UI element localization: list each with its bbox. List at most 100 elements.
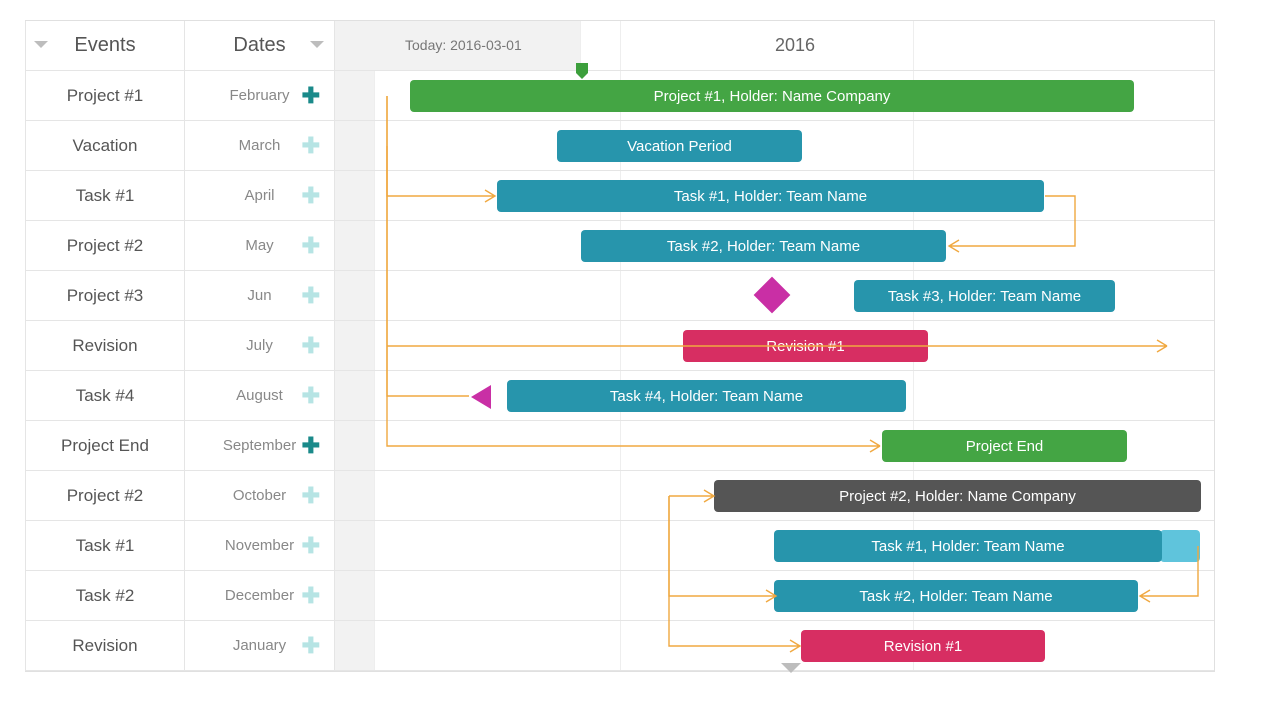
date-cell: August✚ xyxy=(185,371,335,420)
gantt-bar[interactable]: Revision #1 xyxy=(801,630,1045,662)
plus-icon[interactable]: ✚ xyxy=(302,583,320,609)
event-label: Revision xyxy=(72,336,137,356)
plus-icon[interactable]: ✚ xyxy=(302,233,320,259)
gantt-bar[interactable]: Task #2, Holder: Team Name xyxy=(581,230,946,262)
event-cell: Project #3 xyxy=(25,271,185,320)
gantt-bar[interactable]: Project End xyxy=(882,430,1127,462)
timeline-cell: Task #2, Holder: Team Name xyxy=(335,221,1214,270)
event-label: Task #1 xyxy=(76,186,135,206)
date-cell: March ✚ xyxy=(185,121,335,170)
gantt-row: Task #2 December ✚ Task #2, Holder: Team Na… xyxy=(25,571,1214,621)
gantt-bar[interactable]: Revision #1 xyxy=(683,330,928,362)
date-label: Jun xyxy=(247,287,271,304)
plus-icon[interactable]: ✚ xyxy=(302,283,320,309)
event-label: Task #4 xyxy=(76,386,135,406)
date-label: May xyxy=(245,237,273,254)
date-label: December xyxy=(225,587,294,604)
event-cell: Revision xyxy=(25,321,185,370)
header-row: Events Dates Today: 2016-03-01 2016 xyxy=(25,21,1214,71)
gantt-bar[interactable]: Vacation Period xyxy=(557,130,802,162)
event-label: Project #3 xyxy=(67,286,144,306)
timeline-cell: Project #2, Holder: Name Company xyxy=(335,471,1214,520)
col-header-events[interactable]: Events xyxy=(25,21,185,70)
bar-progress-extension xyxy=(1160,530,1200,562)
event-label: Project #2 xyxy=(67,486,144,506)
date-cell: November ✚ xyxy=(185,521,335,570)
gantt-chart: Events Dates Today: 2016-03-01 2016 Proj… xyxy=(25,20,1215,672)
timeline-cell: Task #4, Holder: Team Name xyxy=(335,371,1214,420)
timeline-cell: Vacation Period xyxy=(335,121,1214,170)
gantt-bar[interactable]: Project #1, Holder: Name Company xyxy=(410,80,1134,112)
gantt-row: Project #3 Jun ✚ Task #3, Holder: Team Name xyxy=(25,271,1214,321)
gantt-row: Task #4 August✚ Task #4, Holder: Team Name xyxy=(25,371,1214,421)
date-cell: October ✚ xyxy=(185,471,335,520)
gantt-bar[interactable]: Task #1, Holder: Team Name xyxy=(497,180,1044,212)
col-header-dates[interactable]: Dates xyxy=(185,21,335,70)
date-label: October xyxy=(233,487,286,504)
date-label: February xyxy=(229,87,289,104)
event-label: Project #1 xyxy=(67,86,144,106)
timeline-cell: Task #1, Holder: Team Name xyxy=(335,521,1214,570)
date-label: March xyxy=(239,137,281,154)
plus-icon[interactable]: ✚ xyxy=(302,133,320,159)
gantt-bar[interactable]: Task #2, Holder: Team Name xyxy=(774,580,1138,612)
date-cell: Jun ✚ xyxy=(185,271,335,320)
date-cell: July ✚ xyxy=(185,321,335,370)
plus-icon[interactable]: ✚ xyxy=(302,483,320,509)
event-label: Task #1 xyxy=(76,536,135,556)
date-label: July xyxy=(246,337,273,354)
event-cell: Task #1 xyxy=(25,521,185,570)
chevron-down-icon[interactable] xyxy=(310,41,324,48)
date-label: January xyxy=(233,637,286,654)
gantt-row: Project #1 February ✚ Project #1, Holder: N… xyxy=(25,71,1214,121)
event-cell: Project #1 xyxy=(25,71,185,120)
plus-icon[interactable]: ✚ xyxy=(302,633,320,659)
date-label: September xyxy=(223,437,296,454)
date-cell: January ✚ xyxy=(185,621,335,670)
plus-icon[interactable]: ✚ xyxy=(302,333,320,359)
dates-header-label: Dates xyxy=(233,34,285,57)
timeline-cell: Project #1, Holder: Name Company xyxy=(335,71,1214,120)
gantt-row: Project End September ✚ Project End xyxy=(25,421,1214,471)
date-cell: February ✚ xyxy=(185,71,335,120)
events-header-label: Events xyxy=(74,34,135,57)
gantt-bar[interactable]: Task #3, Holder: Team Name xyxy=(854,280,1115,312)
plus-icon[interactable]: ✚ xyxy=(302,183,320,209)
gantt-row: Vacation March ✚ Vacation Period xyxy=(25,121,1214,171)
gantt-row: Task #1 April ✚ Task #1, Holder: Team Name xyxy=(25,171,1214,221)
event-cell: Project #2 xyxy=(25,471,185,520)
gantt-row: Revision July ✚ Revision #1 xyxy=(25,321,1214,371)
date-cell: May ✚ xyxy=(185,221,335,270)
plus-icon[interactable]: ✚ xyxy=(302,433,320,459)
event-cell: Project End xyxy=(25,421,185,470)
event-label: Task #2 xyxy=(76,586,135,606)
event-cell: Project #2 xyxy=(25,221,185,270)
event-label: Vacation xyxy=(73,136,138,156)
timeline-header: Today: 2016-03-01 2016 xyxy=(335,21,1214,70)
date-cell: December ✚ xyxy=(185,571,335,620)
event-label: Revision xyxy=(72,636,137,656)
gantt-bar[interactable]: Task #4, Holder: Team Name xyxy=(507,380,906,412)
event-cell: Task #1 xyxy=(25,171,185,220)
event-label: Project #2 xyxy=(67,236,144,256)
today-label: Today: 2016-03-01 xyxy=(405,37,522,53)
plus-icon[interactable]: ✚ xyxy=(302,533,320,559)
date-label: November xyxy=(225,537,294,554)
gantt-row: Task #1 November ✚ Task #1, Holder: Team Na… xyxy=(25,521,1214,571)
plus-icon[interactable]: ✚ xyxy=(302,83,320,109)
event-cell: Task #2 xyxy=(25,571,185,620)
arrow-left-icon xyxy=(471,385,491,409)
chevron-down-icon[interactable] xyxy=(781,663,801,673)
event-cell: Revision xyxy=(25,621,185,670)
timeline-cell: Task #1, Holder: Team Name xyxy=(335,171,1214,220)
date-cell: September ✚ xyxy=(185,421,335,470)
date-label: April xyxy=(244,187,274,204)
year-label: 2016 xyxy=(775,35,815,56)
gantt-bar[interactable]: Task #1, Holder: Team Name xyxy=(774,530,1162,562)
event-cell: Task #4 xyxy=(25,371,185,420)
plus-icon[interactable]: ✚ xyxy=(302,383,320,409)
timeline-cell: Task #3, Holder: Team Name xyxy=(335,271,1214,320)
gantt-bar[interactable]: Project #2, Holder: Name Company xyxy=(714,480,1201,512)
chevron-down-icon[interactable] xyxy=(34,41,48,48)
timeline-cell: Revision #1 xyxy=(335,321,1214,370)
